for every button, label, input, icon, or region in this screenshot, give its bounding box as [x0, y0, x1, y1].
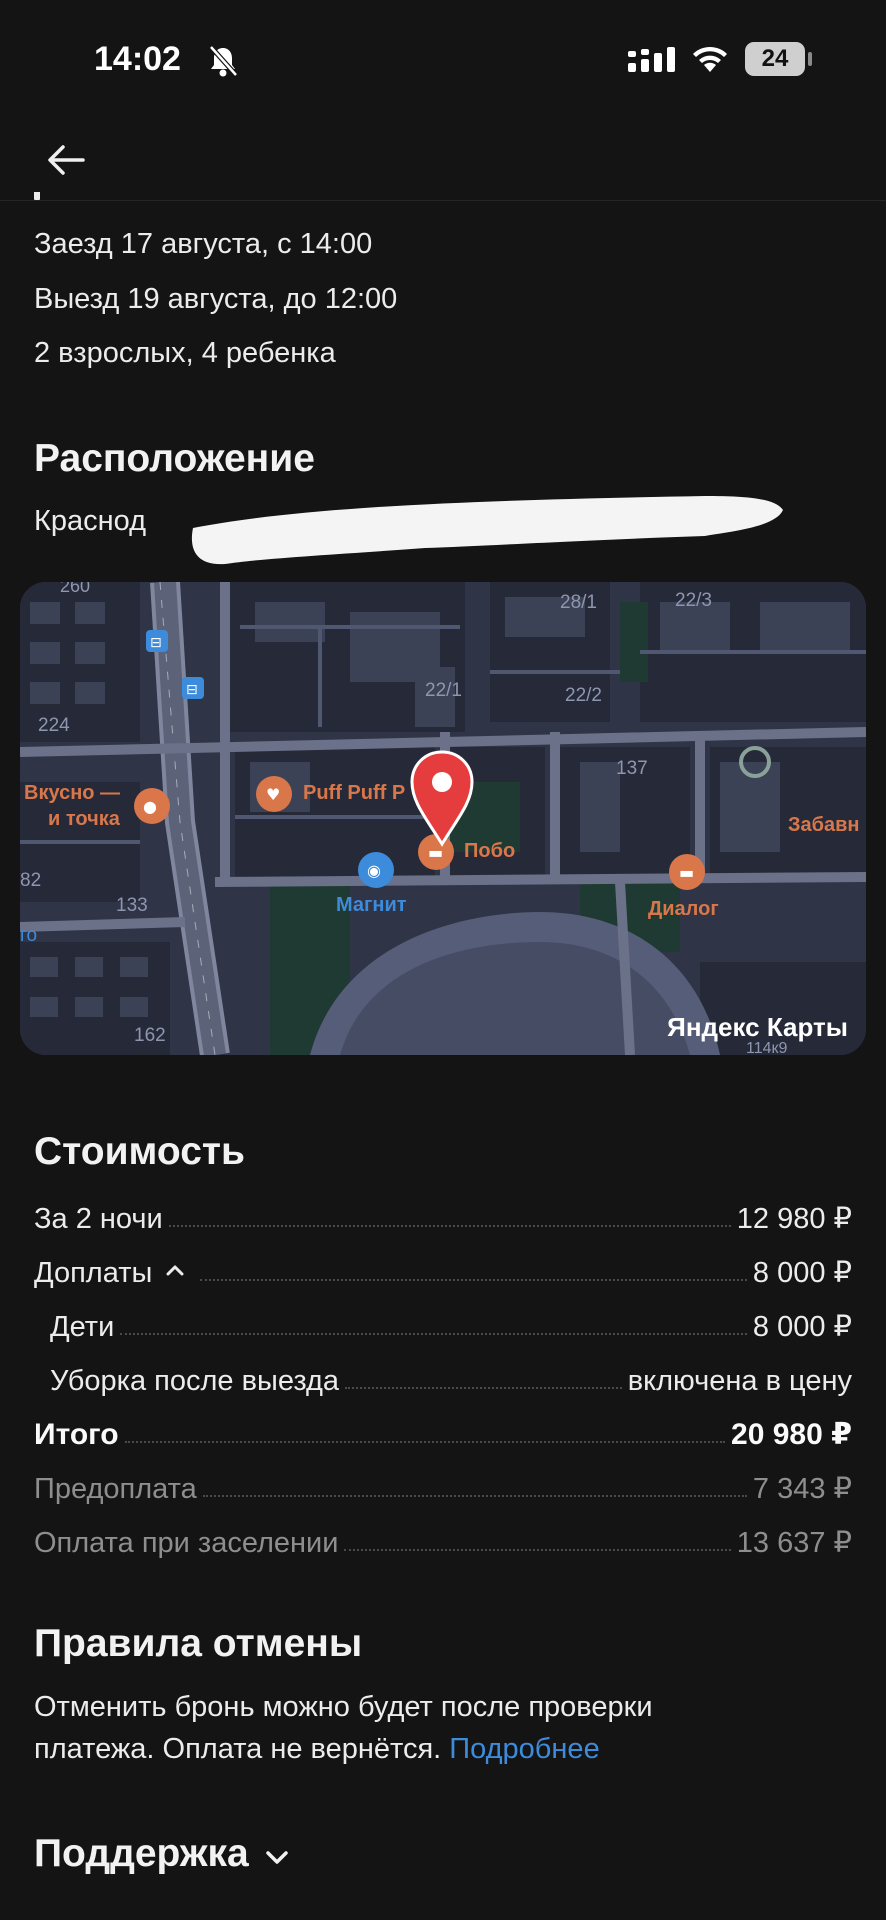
map-label-224: 224: [38, 715, 70, 736]
cost-row-label: Уборка после выезда: [50, 1365, 340, 1397]
bell-off-icon: [209, 45, 238, 77]
guests-text: 2 взрослых, 4 ребенка: [34, 337, 336, 369]
map-label-22-3: 22/3: [675, 590, 712, 611]
cost-row-prepayment: Предоплата 7 343 ₽: [34, 1466, 852, 1506]
cost-row-label: Доплаты: [34, 1257, 153, 1289]
back-arrow-icon: [48, 145, 85, 175]
cost-row-label: Оплата при заселении: [34, 1527, 339, 1559]
map-poi-puff: Puff Puff P: [303, 782, 406, 804]
chevron-down-icon: [265, 1851, 288, 1864]
map-label-82: 82: [20, 870, 42, 891]
more-details-link[interactable]: Подробнее: [449, 1733, 599, 1765]
map-poi-magnit: Магнит: [336, 894, 407, 916]
cancel-text: Отменить бронь можно будет после проверк…: [34, 1691, 653, 1765]
cost-row-value: включена в цену: [627, 1365, 852, 1397]
map-poi-vkusno: Вкусно — и точка: [24, 782, 121, 830]
cost-row-leader: [124, 1441, 726, 1443]
map-label-260: 260: [60, 582, 91, 596]
cost-row-label: За 2 ночи: [34, 1203, 163, 1235]
map-label-133: 133: [116, 895, 148, 916]
map-label-22-2: 22/2: [565, 685, 602, 706]
battery-indicator: 24: [745, 42, 805, 76]
cost-row-label: Дети: [50, 1311, 115, 1343]
map-poi-zabav: Забавн: [788, 814, 860, 836]
battery-tip: [808, 52, 812, 66]
map-label-22-1: 22/1: [425, 680, 462, 701]
cost-row-leader: [120, 1333, 747, 1335]
cost-row-label: Итого: [34, 1418, 119, 1451]
clipped-heading-edge: [34, 192, 64, 200]
svg-text:⊟: ⊟: [150, 635, 162, 651]
cost-row-leader: [202, 1495, 747, 1497]
address-text: Краснод: [34, 505, 147, 537]
cost-row-nights: За 2 ночи 12 980 ₽: [34, 1196, 852, 1236]
cost-row-value: 8 000 ₽: [752, 1257, 852, 1289]
cost-title: Стоимость: [34, 1130, 245, 1173]
svg-text:▬: ▬: [679, 863, 694, 882]
svg-text:◉: ◉: [367, 861, 381, 880]
support-title: Поддержка: [34, 1832, 249, 1875]
cost-row-value: 7 343 ₽: [752, 1473, 852, 1505]
cost-row-leader: [345, 1387, 622, 1389]
svg-text:⊟: ⊟: [186, 682, 198, 698]
location-map[interactable]: ⊟ ⊟ ● ♥ ▬ ▬ ◉ 260 28/1 22/3 22/1 22/2 22…: [20, 582, 866, 1055]
cost-row-label: Предоплата: [34, 1473, 197, 1505]
map-label-162: 162: [134, 1025, 166, 1046]
cancel-title: Правила отмены: [34, 1622, 363, 1665]
cost-row-cleaning: Уборка после выезда включена в цену: [34, 1358, 852, 1398]
status-time: 14:02: [94, 40, 181, 78]
map-brand: Яндекс Карты: [667, 1012, 848, 1042]
support-toggle[interactable]: Поддержка: [34, 1832, 293, 1876]
map-poi-dialog: Диалог: [648, 898, 719, 920]
svg-text:♥: ♥: [266, 785, 280, 804]
map-label-28-1: 28/1: [560, 592, 597, 613]
chevron-up-icon[interactable]: [162, 1260, 188, 1280]
top-bar: [0, 120, 886, 201]
cost-row-extras[interactable]: Доплаты 8 000 ₽: [34, 1250, 852, 1290]
status-bar: 14:02 24: [0, 0, 886, 120]
location-title: Расположение: [34, 437, 315, 480]
map-poi-pobo: Побо: [464, 840, 516, 862]
map-canvas: ⊟ ⊟ ● ♥ ▬ ▬ ◉: [20, 582, 866, 1055]
cost-row-value: 12 980 ₽: [736, 1203, 852, 1235]
cost-row-children: Дети 8 000 ₽: [34, 1304, 852, 1344]
cost-row-leader: [344, 1549, 731, 1551]
signal-icon: [628, 47, 675, 72]
map-label-137: 137: [616, 758, 648, 779]
back-button[interactable]: [42, 136, 90, 184]
map-label-ro: го: [20, 925, 38, 946]
cost-row-leader: [168, 1225, 731, 1227]
svg-text:●: ●: [143, 797, 157, 816]
svg-text:▬: ▬: [428, 843, 443, 862]
checkin-text: Заезд 17 августа, с 14:00: [34, 228, 373, 260]
address-redaction: [191, 496, 783, 565]
cost-row-value: 13 637 ₽: [736, 1527, 852, 1559]
cost-row-total: Итого 20 980 ₽: [34, 1412, 852, 1452]
cost-row-value: 20 980 ₽: [731, 1418, 852, 1451]
cost-row-leader: [200, 1279, 747, 1281]
checkout-text: Выезд 19 августа, до 12:00: [34, 283, 398, 315]
cost-row-on-arrival: Оплата при заселении 13 637 ₽: [34, 1520, 852, 1560]
wifi-icon: [693, 46, 727, 72]
cost-row-value: 8 000 ₽: [752, 1311, 852, 1343]
